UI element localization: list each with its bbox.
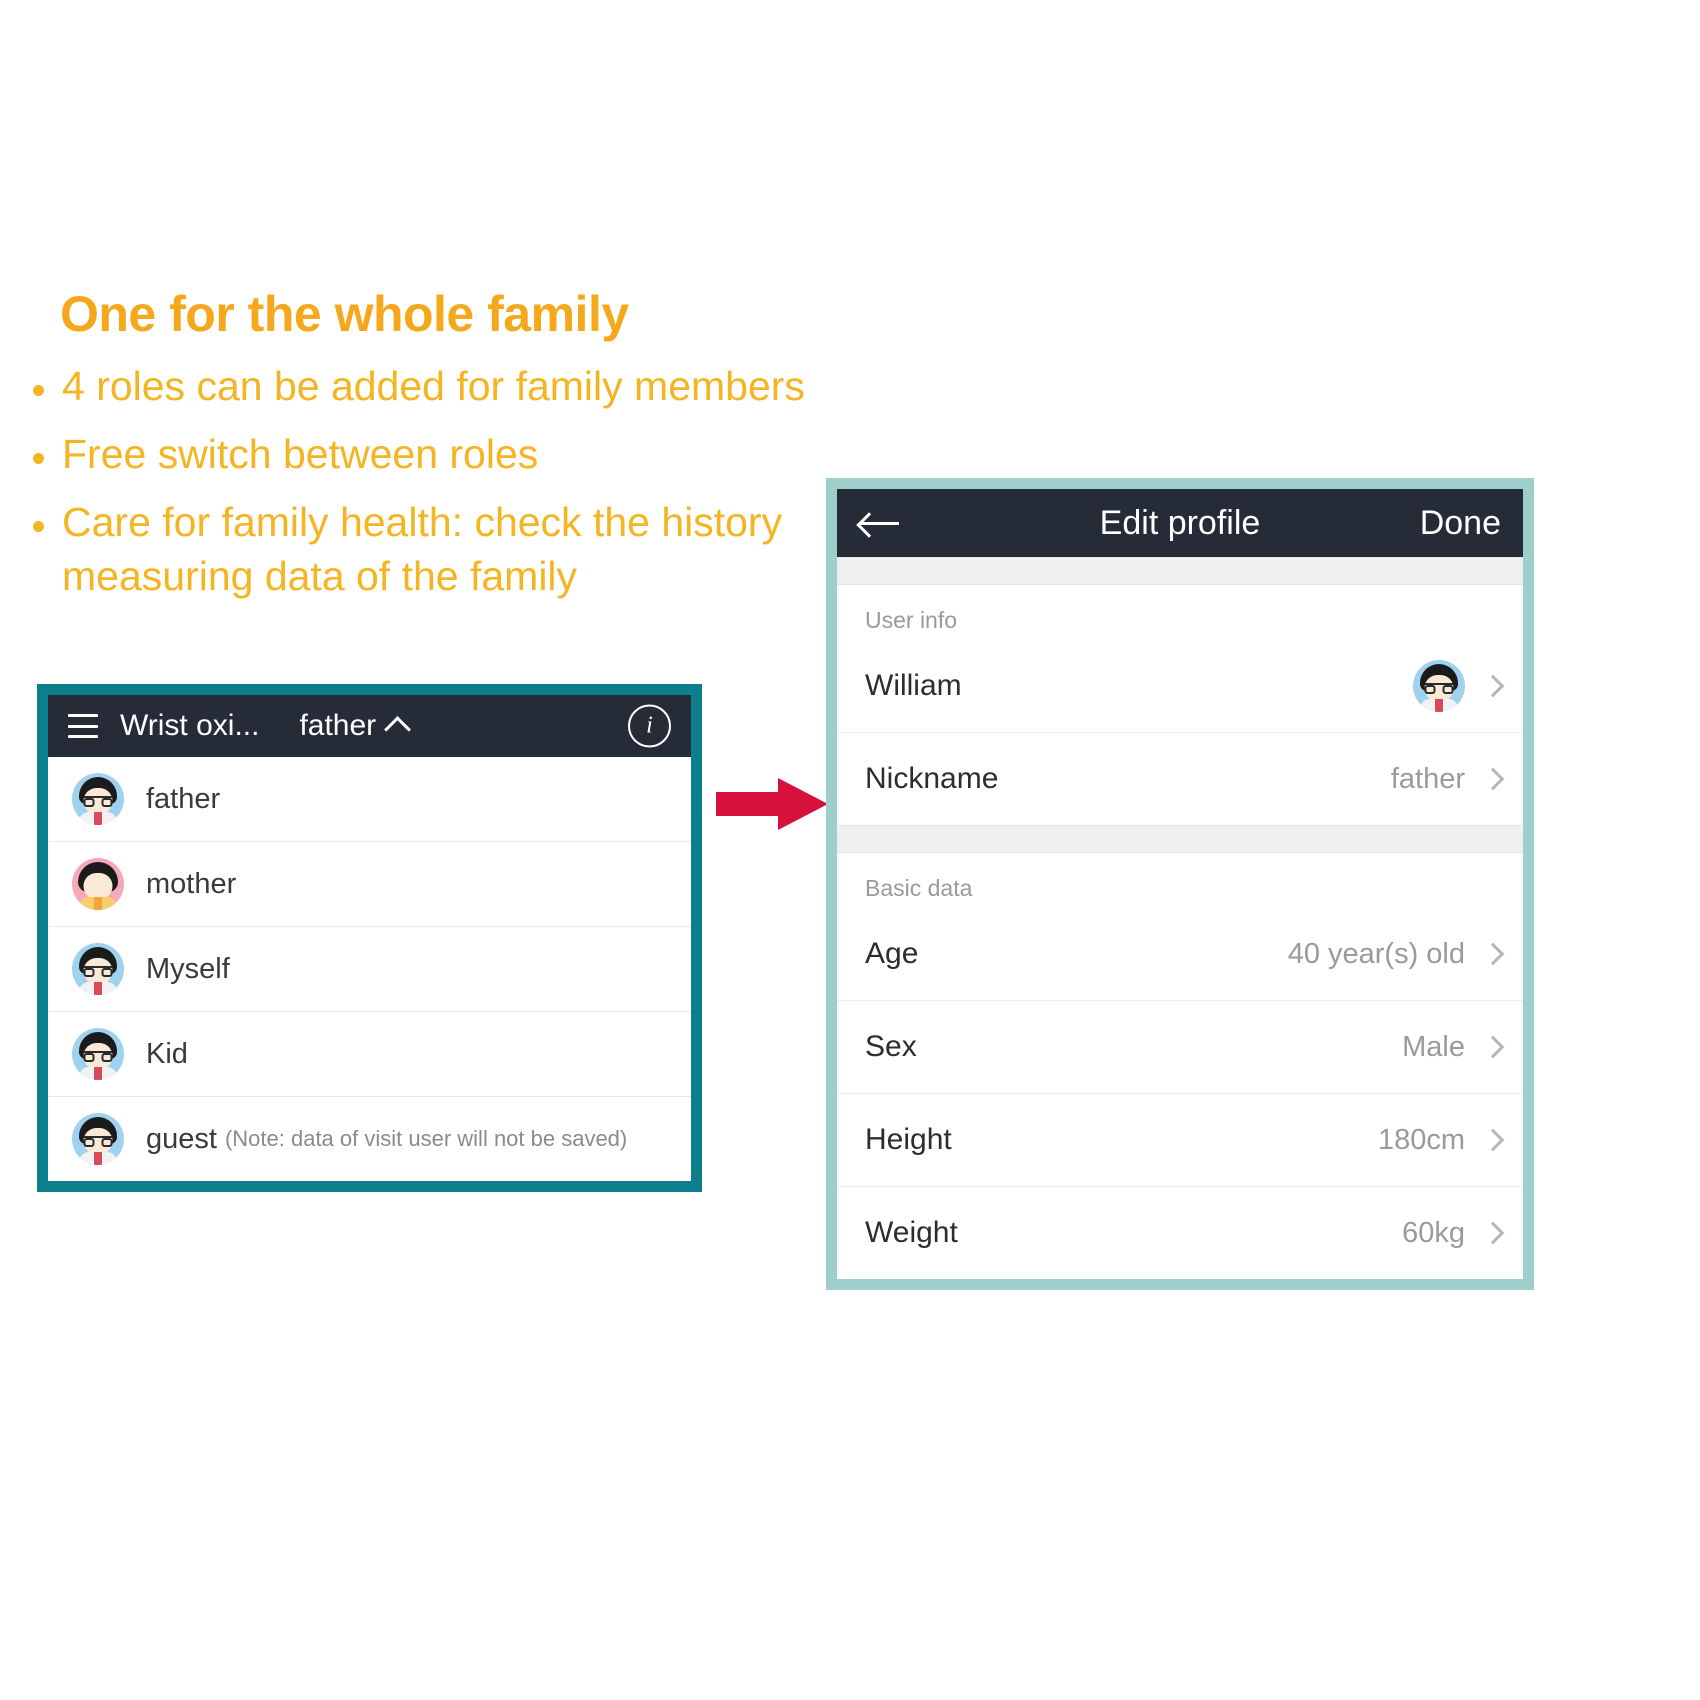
avatar [72,1113,124,1165]
app-header-bar: Wrist oxi... father i [48,695,691,757]
promo-bullet-list: 4 roles can be added for family members … [0,359,900,603]
chevron-right-icon [1481,767,1505,791]
member-note: (Note: data of visit user will not be sa… [224,1126,628,1151]
form-label: William [865,669,962,702]
form-label: Weight [865,1216,958,1249]
list-item: Free switch between roles [0,427,900,481]
list-item-father[interactable]: father [48,757,691,842]
promo-block: One for the whole family 4 roles can be … [0,288,900,617]
row-user-name[interactable]: William [837,640,1523,732]
row-age[interactable]: Age 40 year(s) old [837,908,1523,1000]
edit-profile-screen: Edit profile Done User info William Nick… [826,478,1534,1290]
member-name: Kid [146,1037,188,1070]
role-switcher[interactable]: father [299,709,412,743]
done-button[interactable]: Done [1420,504,1501,543]
avatar [72,1028,124,1080]
avatar [72,773,124,825]
member-name: mother [146,867,237,900]
row-sex[interactable]: Sex Male [837,1000,1523,1093]
form-label: Height [865,1123,952,1156]
form-label: Age [865,937,919,970]
bullet-dot-icon [33,452,44,464]
chevron-right-icon [1481,942,1505,966]
member-list-screen: Wrist oxi... father i father mother Myse… [37,684,702,1192]
list-item-mother[interactable]: mother [48,842,691,927]
member-name: Myself [146,952,230,985]
list-item-myself[interactable]: Myself [48,927,691,1012]
promo-bullet-text: Free switch between roles [62,430,539,477]
bullet-dot-icon [33,384,44,396]
app-title: Wrist oxi... [120,709,260,742]
hamburger-icon[interactable] [68,714,98,738]
member-name: father [146,782,221,815]
family-member-list: father mother Myself Kid guest (Note: da… [48,757,691,1181]
promo-bullet-text: 4 roles can be added for family members [62,362,805,409]
section-label-basic-data: Basic data [865,875,973,901]
row-nickname[interactable]: Nickname father [837,732,1523,825]
back-arrow-icon[interactable] [859,509,901,537]
form-value: 40 year(s) old [1287,937,1465,970]
chevron-right-icon [1481,674,1505,698]
edit-profile-form: User info William Nickname father Basic … [837,557,1523,1279]
avatar [72,858,124,910]
row-height[interactable]: Height 180cm [837,1093,1523,1186]
right-arrow-icon [716,776,828,832]
section-divider [837,825,1523,853]
form-value: father [1390,762,1465,795]
section-label-user-info: User info [865,607,958,633]
member-name: guest [146,1122,217,1155]
section-divider [837,557,1523,585]
edit-profile-header-bar: Edit profile Done [837,489,1523,557]
row-weight[interactable]: Weight 60kg [837,1186,1523,1279]
page-title: One for the whole family [60,286,629,342]
chevron-right-icon [1481,1035,1505,1059]
chevron-right-icon [1481,1128,1505,1152]
avatar [72,943,124,995]
info-icon[interactable]: i [628,704,671,748]
list-item-guest[interactable]: guest (Note: data of visit user will not… [48,1097,691,1181]
caret-up-icon [384,715,412,743]
bullet-dot-icon [33,520,44,532]
list-item-kid[interactable]: Kid [48,1012,691,1097]
list-item: 4 roles can be added for family members [0,359,900,413]
form-value: Male [1402,1030,1465,1063]
form-label: Sex [865,1030,917,1063]
current-role-label: father [299,709,377,742]
form-label: Nickname [865,762,999,795]
avatar [1413,660,1465,712]
form-value: 180cm [1377,1123,1465,1156]
form-value: 60kg [1402,1216,1465,1249]
chevron-right-icon [1481,1221,1505,1245]
promo-bullet-text: Care for family health: check the histor… [62,498,783,599]
list-item: Care for family health: check the histor… [0,495,900,603]
